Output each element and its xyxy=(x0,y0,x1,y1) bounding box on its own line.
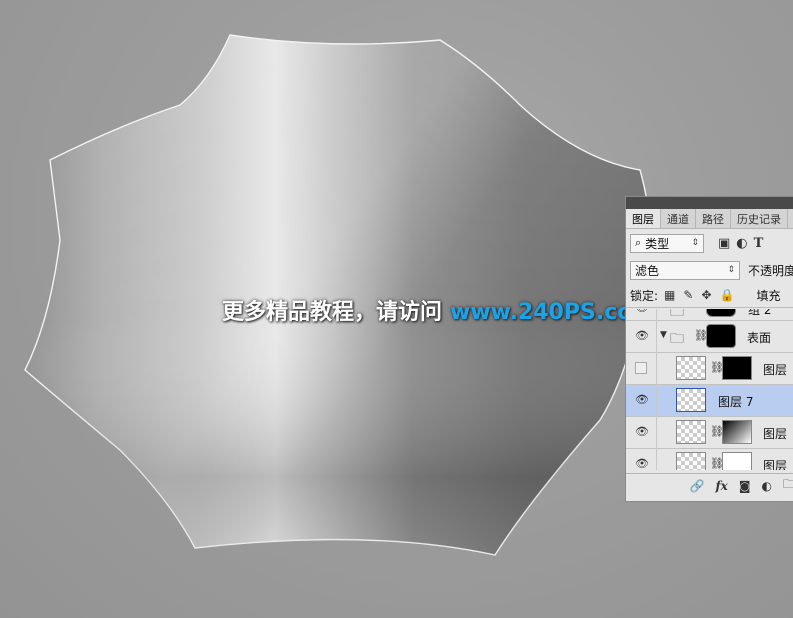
add-mask-icon[interactable]: ◙ xyxy=(739,479,751,493)
layer-mask-thumbnail xyxy=(722,452,752,470)
watermark-text: 更多精品教程，请访问 xyxy=(222,300,443,325)
folder-icon: 🗀 xyxy=(670,331,684,347)
type-filter-icon[interactable]: T xyxy=(754,236,764,251)
fill-label: 填充 xyxy=(756,288,781,303)
lock-position-icon[interactable]: ✥ xyxy=(701,288,711,302)
layer-row[interactable]: 👁 🗀 组 2 xyxy=(626,309,793,321)
blend-mode-select[interactable]: 滤色 ⇕ xyxy=(630,260,740,280)
lock-all-icon[interactable]: 🔒 xyxy=(720,288,735,302)
layer-row[interactable]: ⛓ 图层 xyxy=(626,353,793,385)
tab-paths[interactable]: 路径 xyxy=(696,209,731,228)
smart-object-thumbnail xyxy=(676,420,706,444)
layer-list: 👁 🗀 组 2 👁 ▼ 🗀 ⛓ 表面 ⛓ 图层 👁 图层 xyxy=(626,309,793,470)
layer-thumbnail xyxy=(676,388,706,412)
layer-name: 图层 xyxy=(763,363,788,377)
eye-icon[interactable]: 👁 xyxy=(635,394,649,406)
layer-row[interactable]: 👁 ⛓ 图层 xyxy=(626,417,793,449)
opacity-label: 不透明度 xyxy=(748,263,793,278)
layer-name: 表面 xyxy=(747,331,772,345)
panel-tabs: 图层 通道 路径 历史记录 xyxy=(626,209,793,229)
eye-icon[interactable]: 👁 xyxy=(635,426,649,438)
blend-mode-value: 滤色 xyxy=(635,263,660,278)
layer-thumbnail xyxy=(676,356,706,380)
layer-name: 组 2 xyxy=(748,309,772,317)
tab-channels[interactable]: 通道 xyxy=(661,209,696,228)
panel-titlebar[interactable] xyxy=(626,197,793,209)
tab-layers[interactable]: 图层 xyxy=(626,209,661,228)
watermark: 更多精品教程，请访问 www.240PS.com xyxy=(222,294,655,328)
link-icon[interactable]: 🔗 xyxy=(690,479,705,493)
fx-icon[interactable]: fx xyxy=(716,479,728,493)
select-arrows-icon: ⇕ xyxy=(691,238,699,248)
eye-icon[interactable]: 👁 xyxy=(635,330,649,342)
layers-panel: 图层 通道 路径 历史记录 ⌕ 类型 ⇕ ▣ ◐ T 滤色 ⇕ 不透明度 锁定:… xyxy=(625,196,793,502)
layer-row[interactable]: 👁 ⛓ 图层 xyxy=(626,449,793,470)
layer-name: 图层 7 xyxy=(718,395,754,409)
adjustment-filter-icon[interactable]: ◐ xyxy=(736,236,747,251)
blend-row: 滤色 ⇕ 不透明度 xyxy=(626,257,793,283)
panel-bottom-bar: 🔗 fx ◙ ◐ 🗀 xyxy=(626,473,793,497)
lock-transparent-icon[interactable]: ▦ xyxy=(664,288,675,302)
layer-name: 图层 xyxy=(763,427,788,441)
filter-kind-select[interactable]: ⌕ 类型 ⇕ xyxy=(630,233,704,253)
lock-label: 锁定: xyxy=(630,288,659,303)
eye-icon[interactable]: 👁 xyxy=(635,309,649,314)
filter-kind-value: 类型 xyxy=(645,236,670,251)
layer-row-selected[interactable]: 👁 图层 7 xyxy=(626,385,793,417)
select-arrows-icon: ⇕ xyxy=(727,265,735,275)
lock-row: 锁定: ▦ ✎ ✥ 🔒 填充 xyxy=(626,283,793,308)
filter-row: ⌕ 类型 ⇕ ▣ ◐ T xyxy=(626,229,793,257)
layer-row[interactable]: 👁 ▼ 🗀 ⛓ 表面 xyxy=(626,321,793,353)
layer-mask-thumbnail xyxy=(722,420,752,444)
search-icon: ⌕ xyxy=(635,236,642,249)
expand-caret-icon[interactable]: ▼ xyxy=(660,330,667,340)
layer-thumbnail xyxy=(676,452,706,470)
visibility-toggle-off[interactable] xyxy=(635,362,647,374)
tab-history[interactable]: 历史记录 xyxy=(731,209,788,228)
eye-icon[interactable]: 👁 xyxy=(635,458,649,470)
adjustment-icon[interactable]: ◐ xyxy=(762,479,772,493)
lock-image-icon[interactable]: ✎ xyxy=(683,288,693,302)
layer-name: 图层 xyxy=(763,459,788,470)
layer-mask-thumbnail xyxy=(706,324,736,348)
layer-mask-thumbnail xyxy=(706,309,736,317)
image-filter-icon[interactable]: ▣ xyxy=(718,236,730,251)
layer-mask-thumbnail xyxy=(722,356,752,380)
new-group-icon[interactable]: 🗀 xyxy=(783,475,793,496)
